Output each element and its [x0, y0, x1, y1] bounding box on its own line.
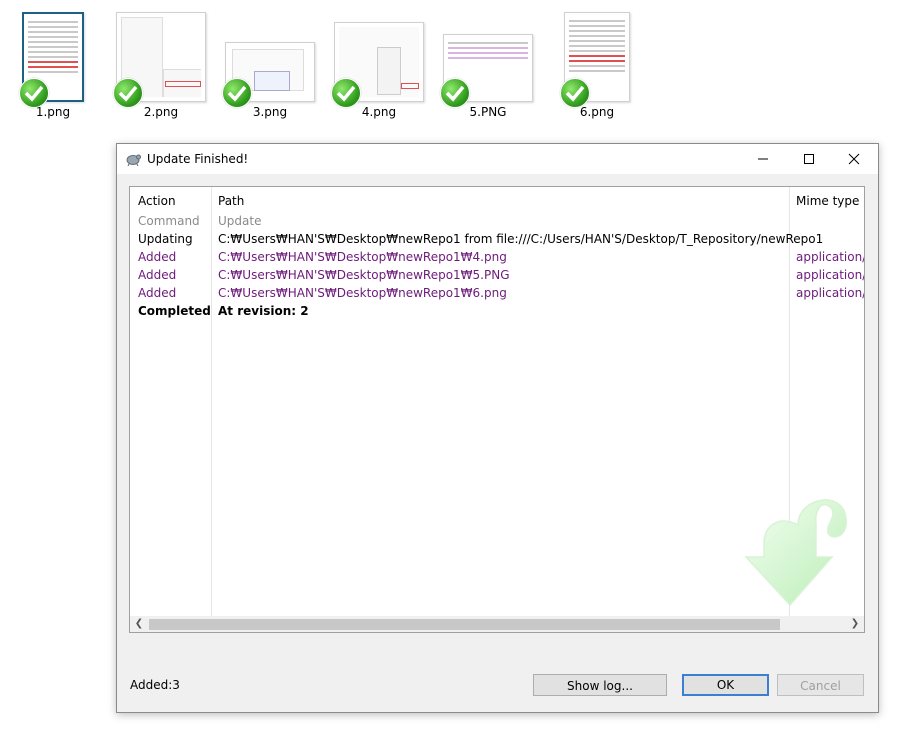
scroll-left-icon[interactable]: ❮	[132, 618, 146, 630]
results-list[interactable]: Action Path Mime type Command Update Upd…	[129, 186, 865, 633]
mime-cell: application/c	[796, 250, 864, 264]
maximize-button[interactable]	[786, 144, 832, 174]
table-row[interactable]: Completed At revision: 2	[130, 302, 864, 320]
scroll-right-icon[interactable]: ❯	[848, 618, 862, 630]
cancel-button[interactable]: Cancel	[777, 674, 864, 696]
mime-cell: application/c	[796, 286, 864, 300]
desktop-file-4[interactable]: 4.png	[331, 12, 424, 119]
title-bar[interactable]: Update Finished!	[117, 144, 878, 174]
desktop-file-3[interactable]: 3.png	[222, 12, 315, 119]
desktop-file-6[interactable]: 6.png	[552, 12, 642, 119]
path-cell: At revision: 2	[218, 304, 309, 318]
close-icon	[848, 153, 860, 165]
desktop-file-2[interactable]: 2.png	[113, 12, 206, 119]
action-cell: Completed	[138, 304, 211, 318]
mime-cell: application/c	[796, 268, 864, 282]
maximize-icon	[804, 154, 814, 164]
scrollbar-thumb[interactable]	[149, 619, 780, 630]
action-cell: Added	[138, 250, 177, 264]
desktop-file-5[interactable]: 5.PNG	[440, 12, 533, 119]
path-cell: C:₩Users₩HAN'S₩Desktop₩newRepo1₩4.png	[218, 250, 507, 264]
path-cell: C:₩Users₩HAN'S₩Desktop₩newRepo1₩6.png	[218, 286, 507, 300]
show-log-button[interactable]: Show log...	[533, 674, 667, 696]
file-name: 1.png	[35, 105, 71, 119]
path-cell: C:₩Users₩HAN'S₩Desktop₩newRepo1₩5.PNG	[218, 268, 510, 282]
update-finished-dialog: Update Finished! Action Path Mime type C…	[116, 143, 879, 713]
svn-normal-overlay-icon	[113, 78, 143, 108]
ok-button[interactable]: OK	[682, 674, 769, 696]
dialog-title: Update Finished!	[147, 152, 249, 166]
minimize-icon	[758, 158, 768, 160]
tortoise-icon	[126, 154, 141, 166]
svn-normal-overlay-icon	[331, 78, 361, 108]
action-cell: Command	[138, 214, 200, 228]
status-text: Added:3	[130, 678, 180, 692]
column-header-mime-type[interactable]: Mime type	[796, 194, 859, 208]
path-cell: C:₩Users₩HAN'S₩Desktop₩newRepo1 from fil…	[218, 232, 824, 246]
table-row[interactable]: Command Update	[130, 212, 864, 230]
update-arrow-icon	[744, 499, 847, 607]
horizontal-scrollbar[interactable]: ❮ ❯	[130, 616, 864, 632]
close-button[interactable]	[831, 144, 877, 174]
desktop-file-1[interactable]: 1.png	[8, 12, 98, 119]
action-cell: Added	[138, 286, 177, 300]
column-header-path[interactable]: Path	[218, 194, 244, 208]
table-row[interactable]: Added C:₩Users₩HAN'S₩Desktop₩newRepo1₩5.…	[130, 266, 864, 284]
table-row[interactable]: Updating C:₩Users₩HAN'S₩Desktop₩newRepo1…	[130, 230, 864, 248]
table-row[interactable]: Added C:₩Users₩HAN'S₩Desktop₩newRepo1₩4.…	[130, 248, 864, 266]
path-cell: Update	[218, 214, 262, 228]
minimize-button[interactable]	[740, 144, 786, 174]
file-name: 6.png	[579, 105, 615, 119]
action-cell: Updating	[138, 232, 193, 246]
svn-normal-overlay-icon	[560, 78, 590, 108]
column-header-action[interactable]: Action	[138, 194, 176, 208]
table-row[interactable]: Added C:₩Users₩HAN'S₩Desktop₩newRepo1₩6.…	[130, 284, 864, 302]
svn-normal-overlay-icon	[19, 78, 49, 108]
svn-normal-overlay-icon	[222, 78, 252, 108]
action-cell: Added	[138, 268, 177, 282]
svn-normal-overlay-icon	[440, 78, 470, 108]
